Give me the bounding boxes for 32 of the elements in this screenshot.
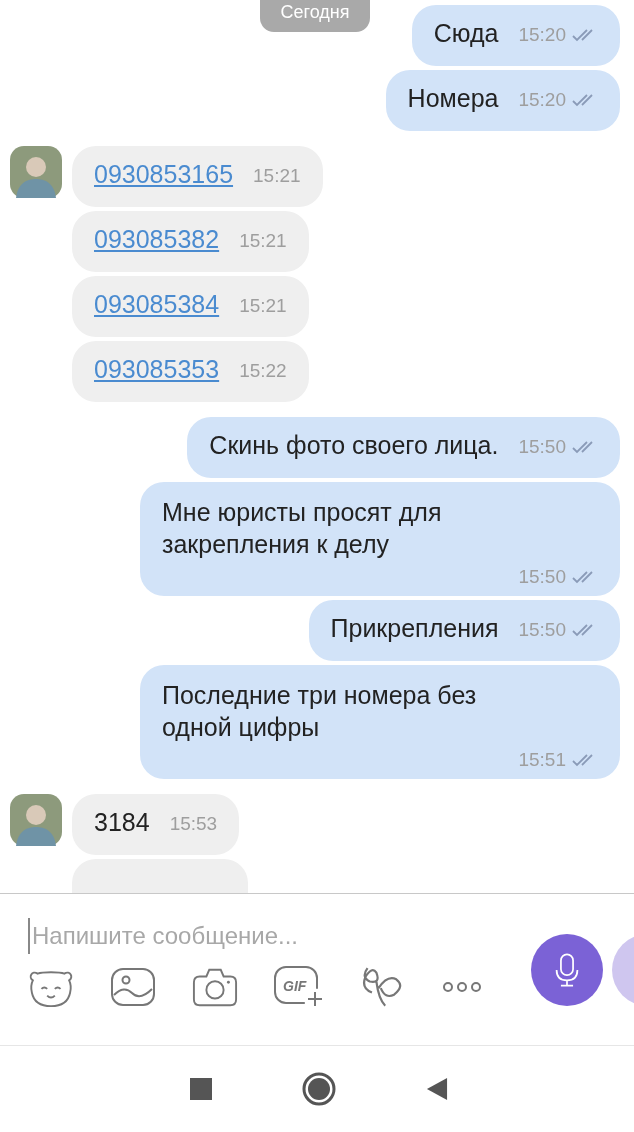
phone-link[interactable]: 093085382 <box>94 225 220 254</box>
message-time: 15:50 <box>518 566 566 588</box>
message-time: 15:20 <box>518 89 566 111</box>
message-text: Последние три номера без одной цифры <box>162 680 478 743</box>
date-badge: Сегодня <box>260 0 370 32</box>
message-time: 15:53 <box>169 813 218 835</box>
phone-link[interactable]: 0930853165 <box>94 160 234 189</box>
message-time: 15:51 <box>518 749 566 771</box>
message-text: Мне юристы просят для закрепления к делу <box>162 497 443 560</box>
message-time: 15:50 <box>518 436 566 458</box>
message-text: Номера <box>407 84 499 113</box>
message-text: Прикрепления <box>330 614 499 643</box>
message-text: 3184 <box>94 808 150 837</box>
message-time: 15:20 <box>518 24 566 46</box>
more-icon[interactable] <box>442 980 482 994</box>
message-time: 15:21 <box>253 165 301 187</box>
avatar[interactable] <box>10 794 62 846</box>
message-text: Сюда <box>433 19 499 48</box>
back-button[interactable] <box>426 1078 448 1100</box>
camera-icon[interactable] <box>192 966 238 1008</box>
message-time: 15:22 <box>239 360 287 382</box>
microphone-icon <box>554 952 580 988</box>
message-input[interactable]: Напишите сообщение... <box>28 918 492 954</box>
avatar[interactable] <box>10 146 62 198</box>
message-time: 15:21 <box>239 295 287 317</box>
message-text: Скинь фото своего лица. <box>209 431 499 460</box>
home-button[interactable] <box>302 1072 336 1106</box>
message-time: 15:50 <box>518 619 566 641</box>
phone-link[interactable]: 093085384 <box>94 290 220 319</box>
message-time: 15:21 <box>239 230 287 252</box>
phone-link[interactable]: 093085353 <box>94 355 220 384</box>
image-icon[interactable] <box>110 966 156 1008</box>
